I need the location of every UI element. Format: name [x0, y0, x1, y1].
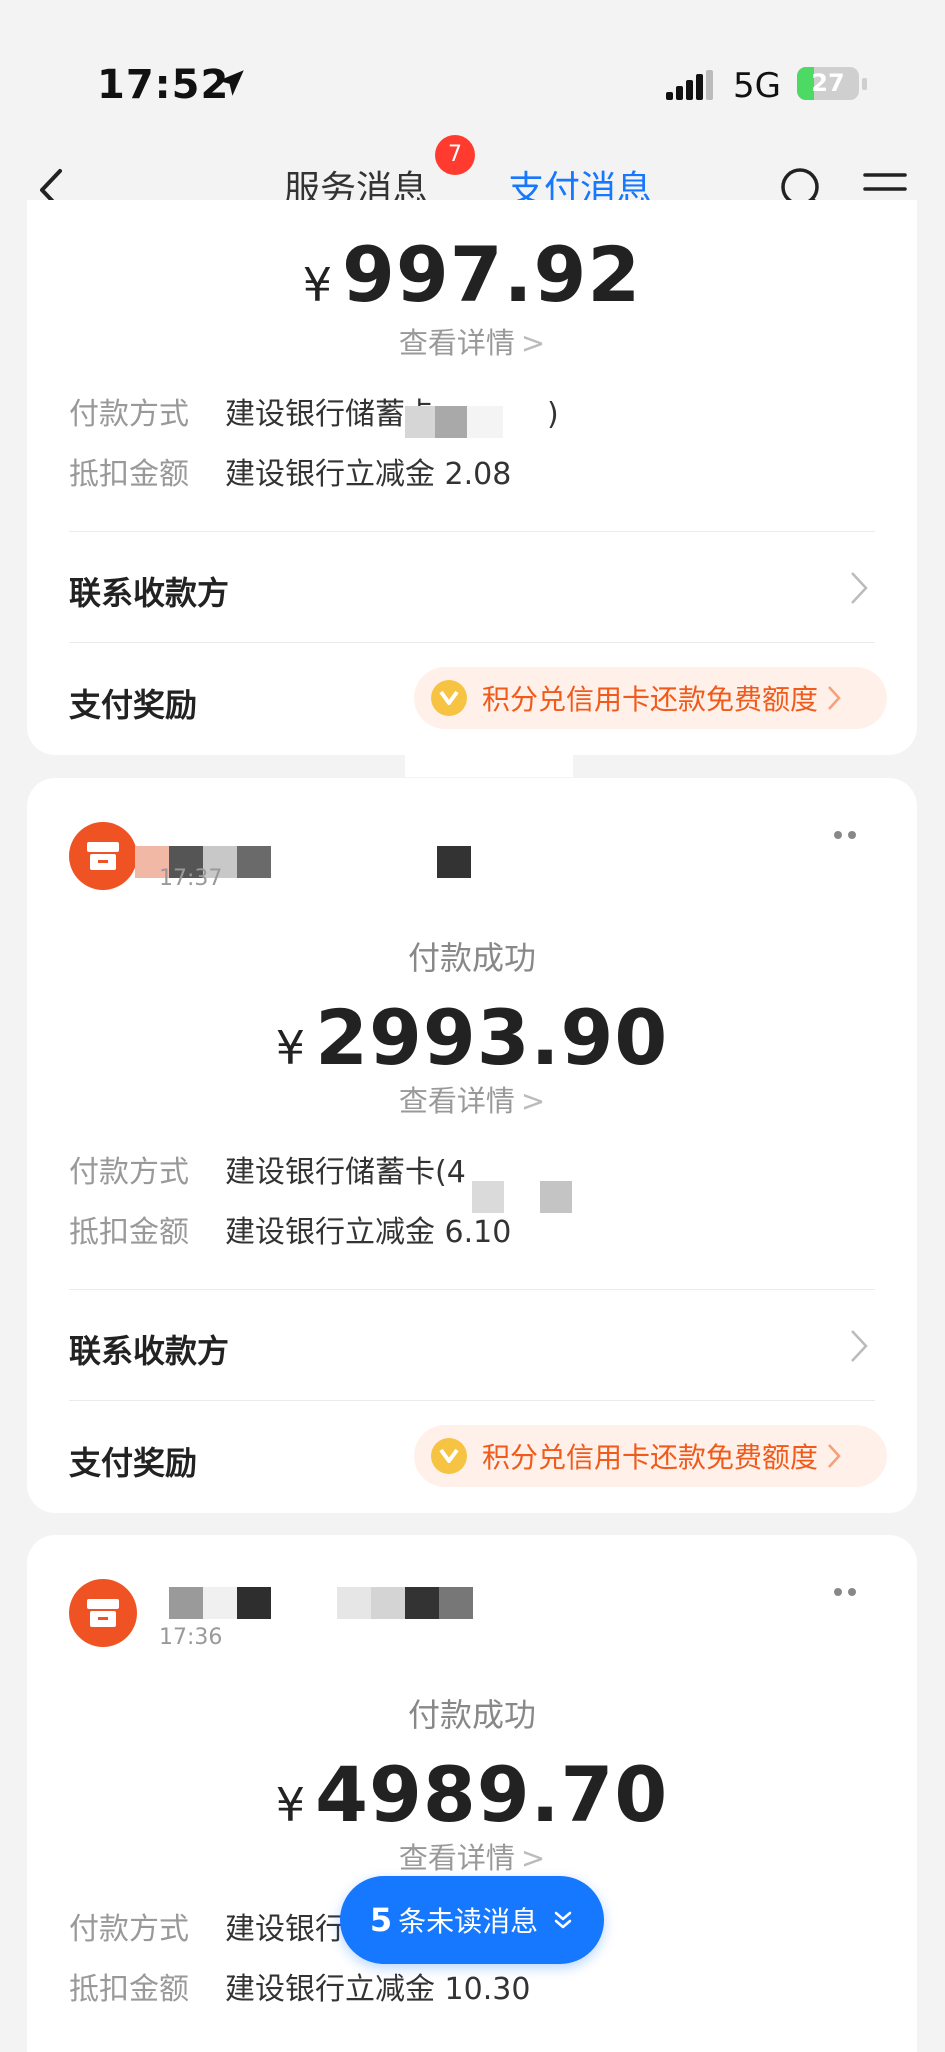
more-options-icon[interactable]: [833, 1587, 857, 1597]
merchant-store-icon: [69, 822, 137, 890]
view-details-label: 查看详情: [398, 1084, 515, 1118]
payment-method-value: 建设银行储蓄卡(4: [225, 1155, 466, 1190]
chevron-right-icon: [851, 572, 868, 604]
currency-symbol: ¥: [302, 258, 332, 312]
double-chevron-down-icon: [554, 1911, 572, 1929]
payment-method-value: 建设银行: [225, 1912, 345, 1947]
redacted-block: [437, 846, 471, 878]
redacted-block: [467, 406, 503, 438]
points-coin-icon: [431, 680, 467, 716]
redacted-block: [169, 1587, 203, 1619]
payment-method-value: 建设银行储蓄卡: [225, 397, 435, 432]
payment-method-row: 付款方式 建设银行: [69, 1910, 345, 1950]
payment-message-card[interactable]: ¥997.92 查看详情 > 付款方式 建设银行储蓄卡) 抵扣金额 建设银行立减金 2…: [27, 200, 917, 755]
location-arrow-icon: [218, 70, 244, 96]
chevron-right-icon: >: [520, 326, 546, 360]
payment-amount: 2993.90: [315, 993, 669, 1082]
deduction-value: 建设银行立减金 10.30: [225, 1972, 531, 2007]
payment-method-label: 付款方式: [69, 397, 189, 432]
store-icon: [87, 1599, 119, 1627]
amount-row: ¥2993.90: [27, 993, 917, 1082]
view-details-link[interactable]: 查看详情 >: [27, 1078, 917, 1120]
network-type: 5G: [733, 66, 781, 106]
redacted-block: [405, 1587, 439, 1619]
payment-status: 付款成功: [407, 1696, 536, 1734]
battery-percent: 27: [811, 69, 845, 97]
redacted-block: [435, 406, 467, 438]
chevron-right-icon: [828, 686, 841, 710]
deduction-row: 抵扣金额 建设银行立减金 10.30: [69, 1970, 530, 2010]
reward-promo-button[interactable]: 积分兑信用卡还款免费额度: [414, 1425, 887, 1487]
message-time: 17:36: [159, 1625, 223, 1650]
chevron-right-icon: >: [520, 1841, 546, 1875]
reward-promo-text: 积分兑信用卡还款免费额度: [482, 1441, 819, 1474]
redacted-block: [540, 1181, 572, 1213]
payment-method-suffix: ): [547, 397, 559, 432]
battery-tip: [862, 78, 867, 90]
view-details-label: 查看详情: [398, 326, 515, 360]
chevron-right-icon: [828, 1444, 841, 1468]
chevron-right-icon: >: [520, 1084, 546, 1118]
payment-status: 付款成功: [407, 939, 536, 977]
redacted-block: [237, 1587, 271, 1619]
deduction-value: 建设银行立减金 2.08: [225, 457, 512, 492]
redacted-block: [203, 1587, 237, 1619]
unread-label: 条未读消息: [398, 1905, 539, 1938]
amount-row: ¥997.92: [27, 230, 917, 319]
reward-promo-button[interactable]: 积分兑信用卡还款免费额度: [414, 667, 887, 729]
deduction-label: 抵扣金额: [69, 457, 189, 492]
status-bar: 17:52 5G 27: [0, 0, 945, 135]
payment-method-row: 付款方式 建设银行储蓄卡(4: [69, 1153, 466, 1193]
amount-row: ¥4989.70: [27, 1750, 917, 1839]
unread-count: 5: [369, 1901, 393, 1939]
redacted-block: [472, 1181, 504, 1213]
deduction-row: 抵扣金额 建设银行立减金 6.10: [69, 1213, 511, 1253]
redacted-block: [405, 406, 435, 438]
payment-message-card[interactable]: 17:37 付款成功 ¥2993.90 查看详情 > 付款方式 建设银行储蓄卡(4 …: [27, 778, 917, 1513]
divider: [69, 1400, 875, 1401]
payment-method-label: 付款方式: [69, 1912, 189, 1947]
deduction-label: 抵扣金额: [69, 1215, 189, 1250]
payment-method-label: 付款方式: [69, 1155, 189, 1190]
payment-reward-label: 支付奖励: [69, 1444, 198, 1482]
divider: [69, 531, 875, 532]
view-details-link[interactable]: 查看详情 >: [27, 1835, 917, 1877]
redacted-block: [371, 1587, 405, 1619]
payment-reward-label: 支付奖励: [69, 686, 198, 724]
message-time: 17:37: [159, 866, 223, 891]
currency-symbol: ¥: [275, 1021, 306, 1075]
payment-message-card[interactable]: 17:36 付款成功 ¥4989.70 查看详情 > 付款方式 建设银行 抵扣金额 建…: [27, 1535, 917, 2052]
unread-messages-button[interactable]: 5 条未读消息: [340, 1876, 604, 1964]
deduction-value: 建设银行立减金 6.10: [225, 1215, 512, 1250]
redacted-block: [405, 755, 573, 777]
divider: [69, 1289, 875, 1290]
view-details-link[interactable]: 查看详情 >: [27, 320, 917, 362]
redacted-block: [237, 846, 271, 878]
merchant-store-icon: [69, 1579, 137, 1647]
view-details-label: 查看详情: [398, 1841, 515, 1875]
divider: [69, 642, 875, 643]
currency-symbol: ¥: [275, 1778, 306, 1832]
redacted-block: [337, 1587, 371, 1619]
reward-promo-text: 积分兑信用卡还款免费额度: [482, 683, 819, 716]
more-options-icon[interactable]: [833, 830, 857, 840]
unread-badge: 7: [435, 135, 475, 175]
store-icon: [87, 842, 119, 870]
contact-payee-label[interactable]: 联系收款方: [69, 568, 229, 614]
deduction-row: 抵扣金额 建设银行立减金 2.08: [69, 455, 511, 495]
battery-icon: 27: [797, 67, 859, 100]
contact-payee-label[interactable]: 联系收款方: [69, 1326, 229, 1372]
status-time: 17:52: [97, 62, 230, 108]
deduction-label: 抵扣金额: [69, 1972, 189, 2007]
cellular-signal-icon: [666, 70, 713, 100]
redacted-block: [439, 1587, 473, 1619]
payment-amount: 997.92: [342, 230, 642, 319]
payment-amount: 4989.70: [315, 1750, 669, 1839]
points-coin-icon: [431, 1438, 467, 1474]
chevron-right-icon: [851, 1330, 868, 1362]
